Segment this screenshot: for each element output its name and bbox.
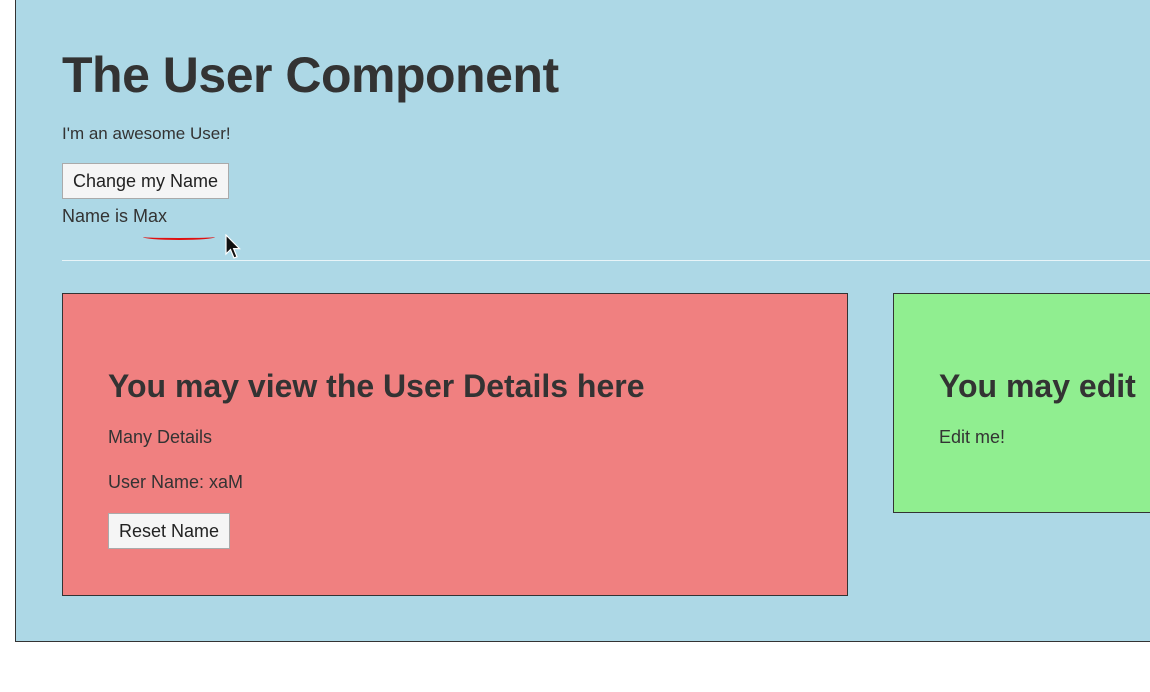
user-component-container: The User Component I'm an awesome User! …: [15, 0, 1150, 642]
details-text: Many Details: [108, 427, 213, 447]
change-name-button[interactable]: Change my Name: [62, 163, 230, 199]
edit-heading: You may edit: [939, 368, 1136, 404]
detail-heading: You may view the User Details here: [108, 368, 645, 404]
user-edit-panel: You may edit Edit me!: [893, 293, 1150, 513]
reset-name-button[interactable]: Reset Name: [108, 513, 231, 549]
page-title: The User Component: [62, 47, 559, 103]
user-name-display: User Name: xaM: [108, 472, 244, 492]
annotation-underline: [143, 234, 215, 240]
name-display: Name is Max: [62, 206, 168, 226]
user-detail-panel: You may view the User Details here Many …: [62, 293, 848, 596]
edit-text: Edit me!: [939, 427, 1006, 447]
section-divider: [62, 260, 1150, 261]
mouse-pointer-icon: [225, 234, 241, 259]
user-subtitle: I'm an awesome User!: [62, 124, 231, 143]
